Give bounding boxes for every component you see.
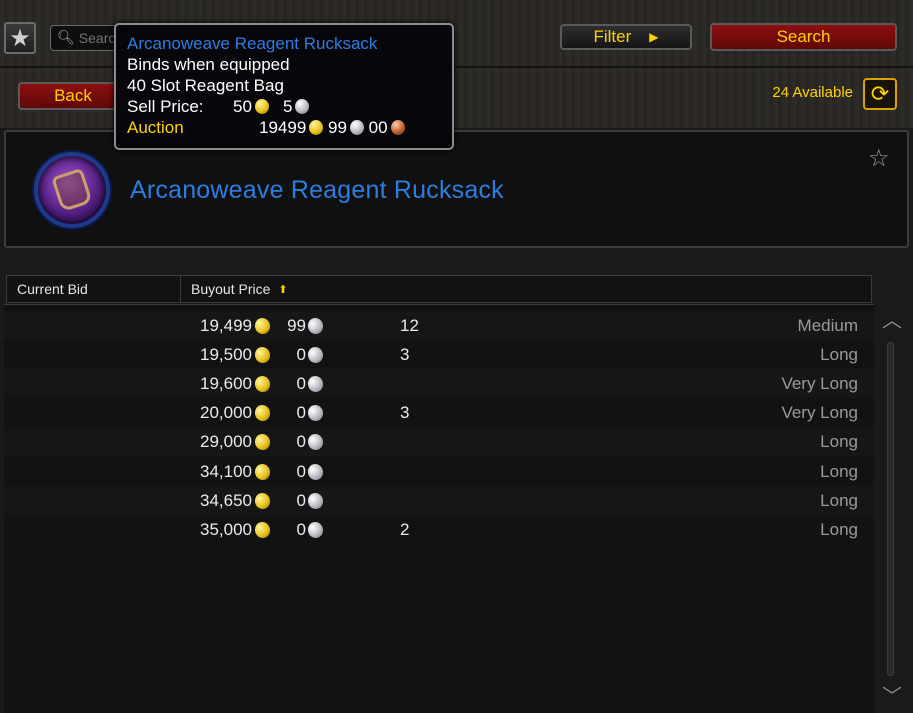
favorite-star-icon[interactable]: ☆ — [868, 144, 890, 172]
gold-coin-icon — [253, 345, 272, 365]
table-row[interactable]: 35,000 0 2 Long — [4, 515, 874, 544]
tooltip-auction-price: Auction 19499 99 00 — [127, 117, 441, 138]
item-tooltip: Arcanoweave Reagent Rucksack Binds when … — [114, 23, 454, 150]
silver-coin-icon — [306, 491, 325, 511]
tooltip-bag-type-line: 40 Slot Reagent Bag — [127, 76, 284, 95]
table-row[interactable]: 34,100 0 Long — [4, 457, 874, 486]
table-row[interactable]: 34,650 0 Long — [4, 486, 874, 515]
current-bid-label: Current Bid — [17, 281, 88, 297]
gold-coin-icon — [253, 432, 272, 452]
bag-glyph — [51, 167, 93, 213]
gold-coin-icon — [253, 491, 272, 511]
gold-coin-icon — [253, 374, 272, 394]
quantity: 3 — [400, 403, 410, 422]
gold-amount: 34,100 — [200, 462, 252, 481]
table-row[interactable]: 29,000 0 Long — [4, 427, 874, 456]
quantity: 2 — [400, 520, 410, 539]
gold-amount: 19,500 — [200, 345, 252, 364]
silver-amount: 0 — [296, 491, 306, 510]
auction-gold-value: 19499 — [259, 118, 307, 137]
search-button[interactable]: Search — [710, 23, 897, 51]
table-row[interactable]: 20,000 0 3 Very Long — [4, 398, 874, 427]
auction-price: 19499 99 00 — [259, 117, 405, 138]
arrow-right-icon: ▶ — [649, 30, 659, 44]
silver-coin-icon — [306, 374, 325, 394]
item-name: Arcanoweave Reagent Rucksack — [130, 176, 504, 204]
sell-gold-value: 50 — [233, 97, 252, 116]
tooltip-bind-line: Binds when equipped — [127, 55, 290, 74]
quantity: 3 — [400, 345, 410, 364]
silver-coin-icon — [306, 432, 325, 452]
silver-coin-icon — [306, 403, 325, 423]
silver-amount: 0 — [296, 432, 306, 451]
table-row[interactable]: 19,600 0 Very Long — [4, 369, 874, 398]
silver-coin-icon — [349, 120, 364, 135]
available-count: 24 Available — [772, 84, 853, 101]
gold-coin-icon — [253, 520, 272, 540]
gold-coin-icon — [254, 99, 269, 114]
silver-coin-icon — [295, 99, 310, 114]
gold-amount: 34,650 — [200, 491, 252, 510]
results-scrollbar[interactable]: ︿ ﹀ — [878, 306, 908, 713]
results-table-body: 19,499 99 12 Medium 19,500 0 3 Long 19,6… — [4, 304, 874, 713]
auction-label: Auction — [127, 118, 184, 137]
silver-amount: 0 — [296, 403, 306, 422]
scroll-track[interactable] — [887, 342, 894, 676]
silver-coin-icon — [306, 345, 325, 365]
time-left: Long — [820, 491, 858, 510]
silver-coin-icon — [306, 462, 325, 482]
buyout-price-header[interactable]: Buyout Price ⬆ — [181, 276, 871, 302]
sell-price-silver: 5 — [283, 96, 310, 117]
silver-amount: 0 — [296, 520, 306, 539]
quantity: 12 — [400, 316, 419, 335]
table-row[interactable]: 19,500 0 3 Long — [4, 340, 874, 369]
silver-coin-icon — [306, 316, 325, 336]
buyout-price-label: Buyout Price — [191, 281, 271, 297]
favorites-button[interactable]: ★ — [4, 22, 36, 54]
time-left: Very Long — [781, 374, 858, 393]
sort-up-arrow-icon: ⬆ — [278, 283, 288, 296]
scroll-down-arrow-icon[interactable]: ﹀ — [878, 684, 906, 708]
tooltip-sell-price: Sell Price: 50 5 — [127, 96, 441, 117]
table-row[interactable]: 19,499 99 12 Medium — [4, 311, 874, 340]
star-icon: ★ — [9, 24, 31, 52]
silver-amount: 0 — [296, 374, 306, 393]
silver-amount: 99 — [287, 316, 306, 335]
time-left: Long — [820, 345, 858, 364]
filter-button[interactable]: Filter ▶ — [560, 24, 692, 50]
gold-coin-icon — [309, 120, 324, 135]
results-table-header: Current Bid Buyout Price ⬆ — [6, 275, 872, 303]
gold-coin-icon — [253, 316, 272, 336]
refresh-icon: ⟳ — [870, 81, 890, 107]
filter-label: Filter — [593, 27, 632, 46]
silver-amount: 0 — [296, 462, 306, 481]
gold-amount: 19,600 — [200, 374, 252, 393]
time-left: Very Long — [781, 403, 858, 422]
sell-price-gold: 50 — [233, 96, 269, 117]
silver-coin-icon — [306, 520, 325, 540]
copper-coin-icon — [390, 120, 405, 135]
gold-coin-icon — [253, 462, 272, 482]
item-bag-icon[interactable] — [34, 152, 110, 228]
auction-copper-value: 00 — [368, 118, 388, 137]
sell-price-label: Sell Price: — [127, 97, 204, 116]
scroll-up-arrow-icon[interactable]: ︿ — [878, 308, 906, 332]
time-left: Medium — [797, 316, 858, 335]
current-bid-header[interactable]: Current Bid — [7, 276, 181, 302]
gold-amount: 35,000 — [200, 520, 252, 539]
time-left: Long — [820, 520, 858, 539]
gold-amount: 29,000 — [200, 432, 252, 451]
gold-coin-icon — [253, 403, 272, 423]
tooltip-title: Arcanoweave Reagent Rucksack — [127, 34, 378, 53]
back-button[interactable]: Back — [18, 82, 128, 110]
refresh-button[interactable]: ⟳ — [863, 78, 897, 110]
gold-amount: 20,000 — [200, 403, 252, 422]
magnifier-icon: 🔍︎ — [57, 30, 75, 46]
time-left: Long — [820, 462, 858, 481]
gold-amount: 19,499 — [200, 316, 252, 335]
time-left: Long — [820, 432, 858, 451]
silver-amount: 0 — [296, 345, 306, 364]
auction-silver-value: 99 — [328, 118, 347, 137]
sell-silver-value: 5 — [283, 97, 293, 116]
